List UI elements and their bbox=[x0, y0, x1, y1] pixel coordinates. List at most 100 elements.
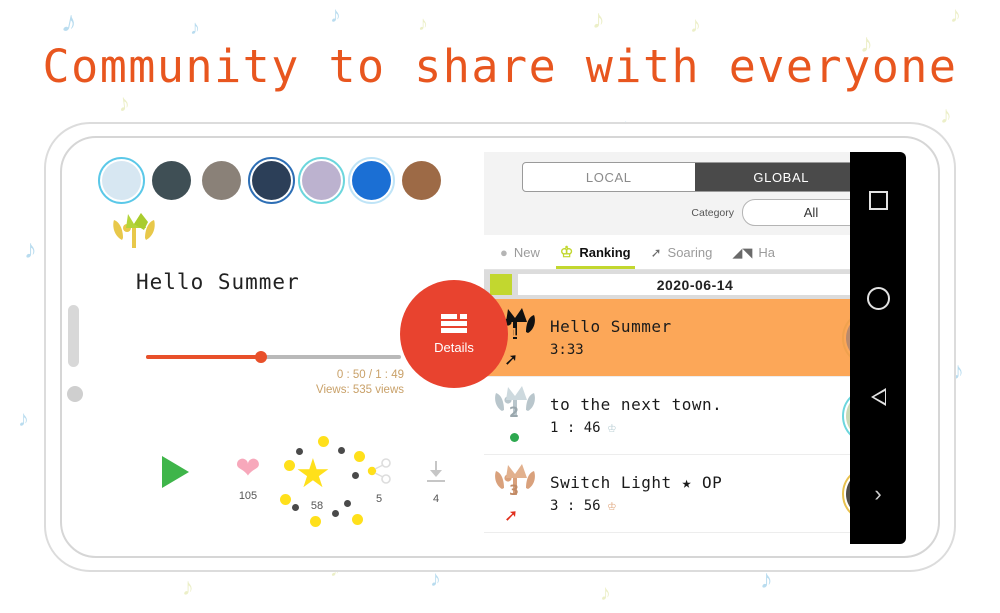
triangle-back-icon[interactable] bbox=[870, 387, 886, 406]
circle-home-icon[interactable] bbox=[866, 287, 890, 311]
laurel-rank-2-icon: 2 bbox=[492, 385, 538, 425]
download-button[interactable]: 4 bbox=[416, 458, 456, 505]
details-label: Details bbox=[434, 339, 474, 355]
player-action-row: ❤ 105 ★ 58 5 4 bbox=[154, 436, 474, 527]
segment-local[interactable]: LOCAL bbox=[523, 163, 696, 191]
music-note-icon: ♪ bbox=[940, 102, 952, 129]
row-duration: 3 : 56 bbox=[550, 498, 601, 514]
trend-arrow-up-red: ➚ bbox=[504, 506, 519, 525]
share-icon bbox=[359, 458, 399, 487]
square-recents-icon[interactable] bbox=[868, 190, 888, 210]
star-icon: ★ bbox=[295, 452, 331, 496]
player-views: Views: 535 views bbox=[316, 384, 404, 396]
ranking-tabs: ● New ♔ Ranking ➚ Soaring ◢◥ Ha bbox=[484, 235, 906, 270]
rank-column: 3 ➚ bbox=[488, 455, 542, 532]
player-seek-slider[interactable] bbox=[146, 350, 401, 364]
share-button[interactable]: 5 bbox=[359, 458, 399, 505]
story-avatar-row bbox=[94, 152, 484, 204]
ranking-pane: LOCAL GLOBAL Category All ● New ♔ Rankin… bbox=[484, 152, 906, 544]
chevron-right-icon[interactable]: › bbox=[874, 483, 881, 505]
trend-arrow-up-black: ➚ bbox=[504, 350, 519, 369]
tab-soaring-label: Soaring bbox=[667, 244, 713, 260]
music-note-icon: ♪ bbox=[182, 574, 194, 601]
star-count: 58 bbox=[310, 500, 324, 512]
tab-new-label: New bbox=[513, 244, 540, 260]
power-button[interactable] bbox=[67, 386, 83, 402]
story-avatar-3[interactable] bbox=[198, 156, 245, 204]
row-duration: 3:33 bbox=[550, 342, 584, 358]
phone-screen: Hello Summer 0 : 50 / 1 : 49 Views: 535 … bbox=[94, 152, 906, 544]
player-track-title: Hello Summer bbox=[136, 270, 300, 294]
story-avatar-5[interactable] bbox=[298, 156, 345, 204]
trend-dot-green bbox=[510, 433, 519, 442]
music-note-icon: ♪ bbox=[600, 580, 611, 605]
player-meta: 0 : 50 / 1 : 49 Views: 535 views bbox=[316, 368, 404, 398]
category-row: Category All bbox=[484, 192, 906, 235]
table-row[interactable]: 2 to the next town. 1 : 46 ♔ bbox=[484, 377, 906, 455]
laurel-rank-3-icon: 3 bbox=[492, 463, 538, 503]
tab-hall-label: Ha bbox=[758, 244, 775, 260]
tab-new[interactable]: ● New bbox=[490, 235, 550, 269]
share-count: 5 bbox=[375, 493, 383, 505]
svg-text:3: 3 bbox=[509, 483, 519, 499]
player-time: 0 : 50 / 1 : 49 bbox=[336, 369, 404, 381]
music-note-icon: ♪ bbox=[690, 12, 701, 37]
download-count: 4 bbox=[432, 493, 440, 505]
row-duration: 1 : 46 bbox=[550, 420, 601, 436]
arrow-up-right-icon: ➚ bbox=[650, 244, 662, 260]
tab-soaring[interactable]: ➚ Soaring bbox=[641, 235, 723, 269]
like-button[interactable]: ❤ 105 bbox=[226, 452, 270, 503]
table-row[interactable]: 1 ➚ Hello Summer 3:33 bbox=[484, 299, 906, 377]
ranking-list: 1 ➚ Hello Summer 3:33 2 to the next town… bbox=[484, 299, 906, 533]
story-avatar-7[interactable] bbox=[398, 156, 445, 204]
svg-text:1: 1 bbox=[510, 326, 518, 340]
story-avatar-6[interactable] bbox=[348, 156, 395, 204]
story-avatar-2[interactable] bbox=[148, 156, 195, 204]
row-title: Hello Summer bbox=[550, 317, 672, 336]
tab-ranking-label: Ranking bbox=[579, 244, 631, 260]
table-row[interactable]: 3 ➚ Switch Light ★ OP 3 : 56 ♔ bbox=[484, 455, 906, 533]
story-avatar-1[interactable] bbox=[98, 156, 145, 204]
segment-global[interactable]: GLOBAL bbox=[695, 163, 868, 191]
seek-fill bbox=[146, 355, 261, 359]
row-content: to the next town. 1 : 46 ♔ bbox=[542, 395, 842, 436]
crown-bronze-icon: ♔ bbox=[607, 498, 617, 514]
row-content: Hello Summer 3:33 bbox=[542, 317, 842, 358]
svg-text:2: 2 bbox=[509, 405, 519, 421]
play-icon[interactable] bbox=[162, 456, 189, 488]
tab-ranking[interactable]: ♔ Ranking bbox=[550, 235, 641, 269]
chart-icon: ◢◥ bbox=[732, 244, 753, 260]
download-icon bbox=[416, 458, 456, 487]
rank-column: 2 bbox=[488, 377, 542, 454]
story-avatar-4[interactable] bbox=[248, 156, 295, 204]
date-selector-bar: 2020-06-14 bbox=[484, 270, 906, 299]
dot-icon: ● bbox=[500, 244, 508, 260]
prev-date-button[interactable] bbox=[490, 274, 512, 295]
music-note-icon: ♪ bbox=[418, 13, 428, 35]
crown-silver-icon: ♔ bbox=[607, 420, 617, 436]
row-subtitle: 3:33 bbox=[550, 342, 842, 358]
row-title: Switch Light ★ OP bbox=[550, 473, 723, 492]
music-note-icon: ♪ bbox=[116, 89, 132, 118]
seek-thumb[interactable] bbox=[254, 351, 267, 363]
music-note-icon: ♪ bbox=[592, 4, 605, 34]
date-value[interactable]: 2020-06-14 bbox=[518, 274, 872, 295]
music-note-icon: ♪ bbox=[950, 2, 961, 27]
heart-icon: ❤ bbox=[235, 452, 261, 485]
tab-hall[interactable]: ◢◥ Ha bbox=[722, 235, 785, 269]
android-navigation-bar: › bbox=[850, 152, 906, 544]
row-subtitle: 3 : 56 ♔ bbox=[550, 498, 842, 514]
row-content: Switch Light ★ OP 3 : 56 ♔ bbox=[542, 473, 842, 514]
list-layout-icon bbox=[441, 313, 467, 334]
music-note-icon: ♪ bbox=[330, 2, 341, 27]
volume-button[interactable] bbox=[68, 305, 79, 367]
music-note-icon: ♪ bbox=[18, 406, 29, 431]
row-title: to the next town. bbox=[550, 395, 723, 414]
details-button[interactable]: Details bbox=[400, 280, 508, 388]
scope-segmented-control: LOCAL GLOBAL bbox=[484, 152, 906, 192]
laurel-crown-icon bbox=[108, 210, 160, 256]
star-button[interactable]: ★ 58 bbox=[290, 454, 344, 512]
row-subtitle: 1 : 46 ♔ bbox=[550, 420, 842, 436]
music-note-icon: ♪ bbox=[24, 234, 37, 264]
page-title: Community to share with everyone bbox=[42, 40, 958, 93]
